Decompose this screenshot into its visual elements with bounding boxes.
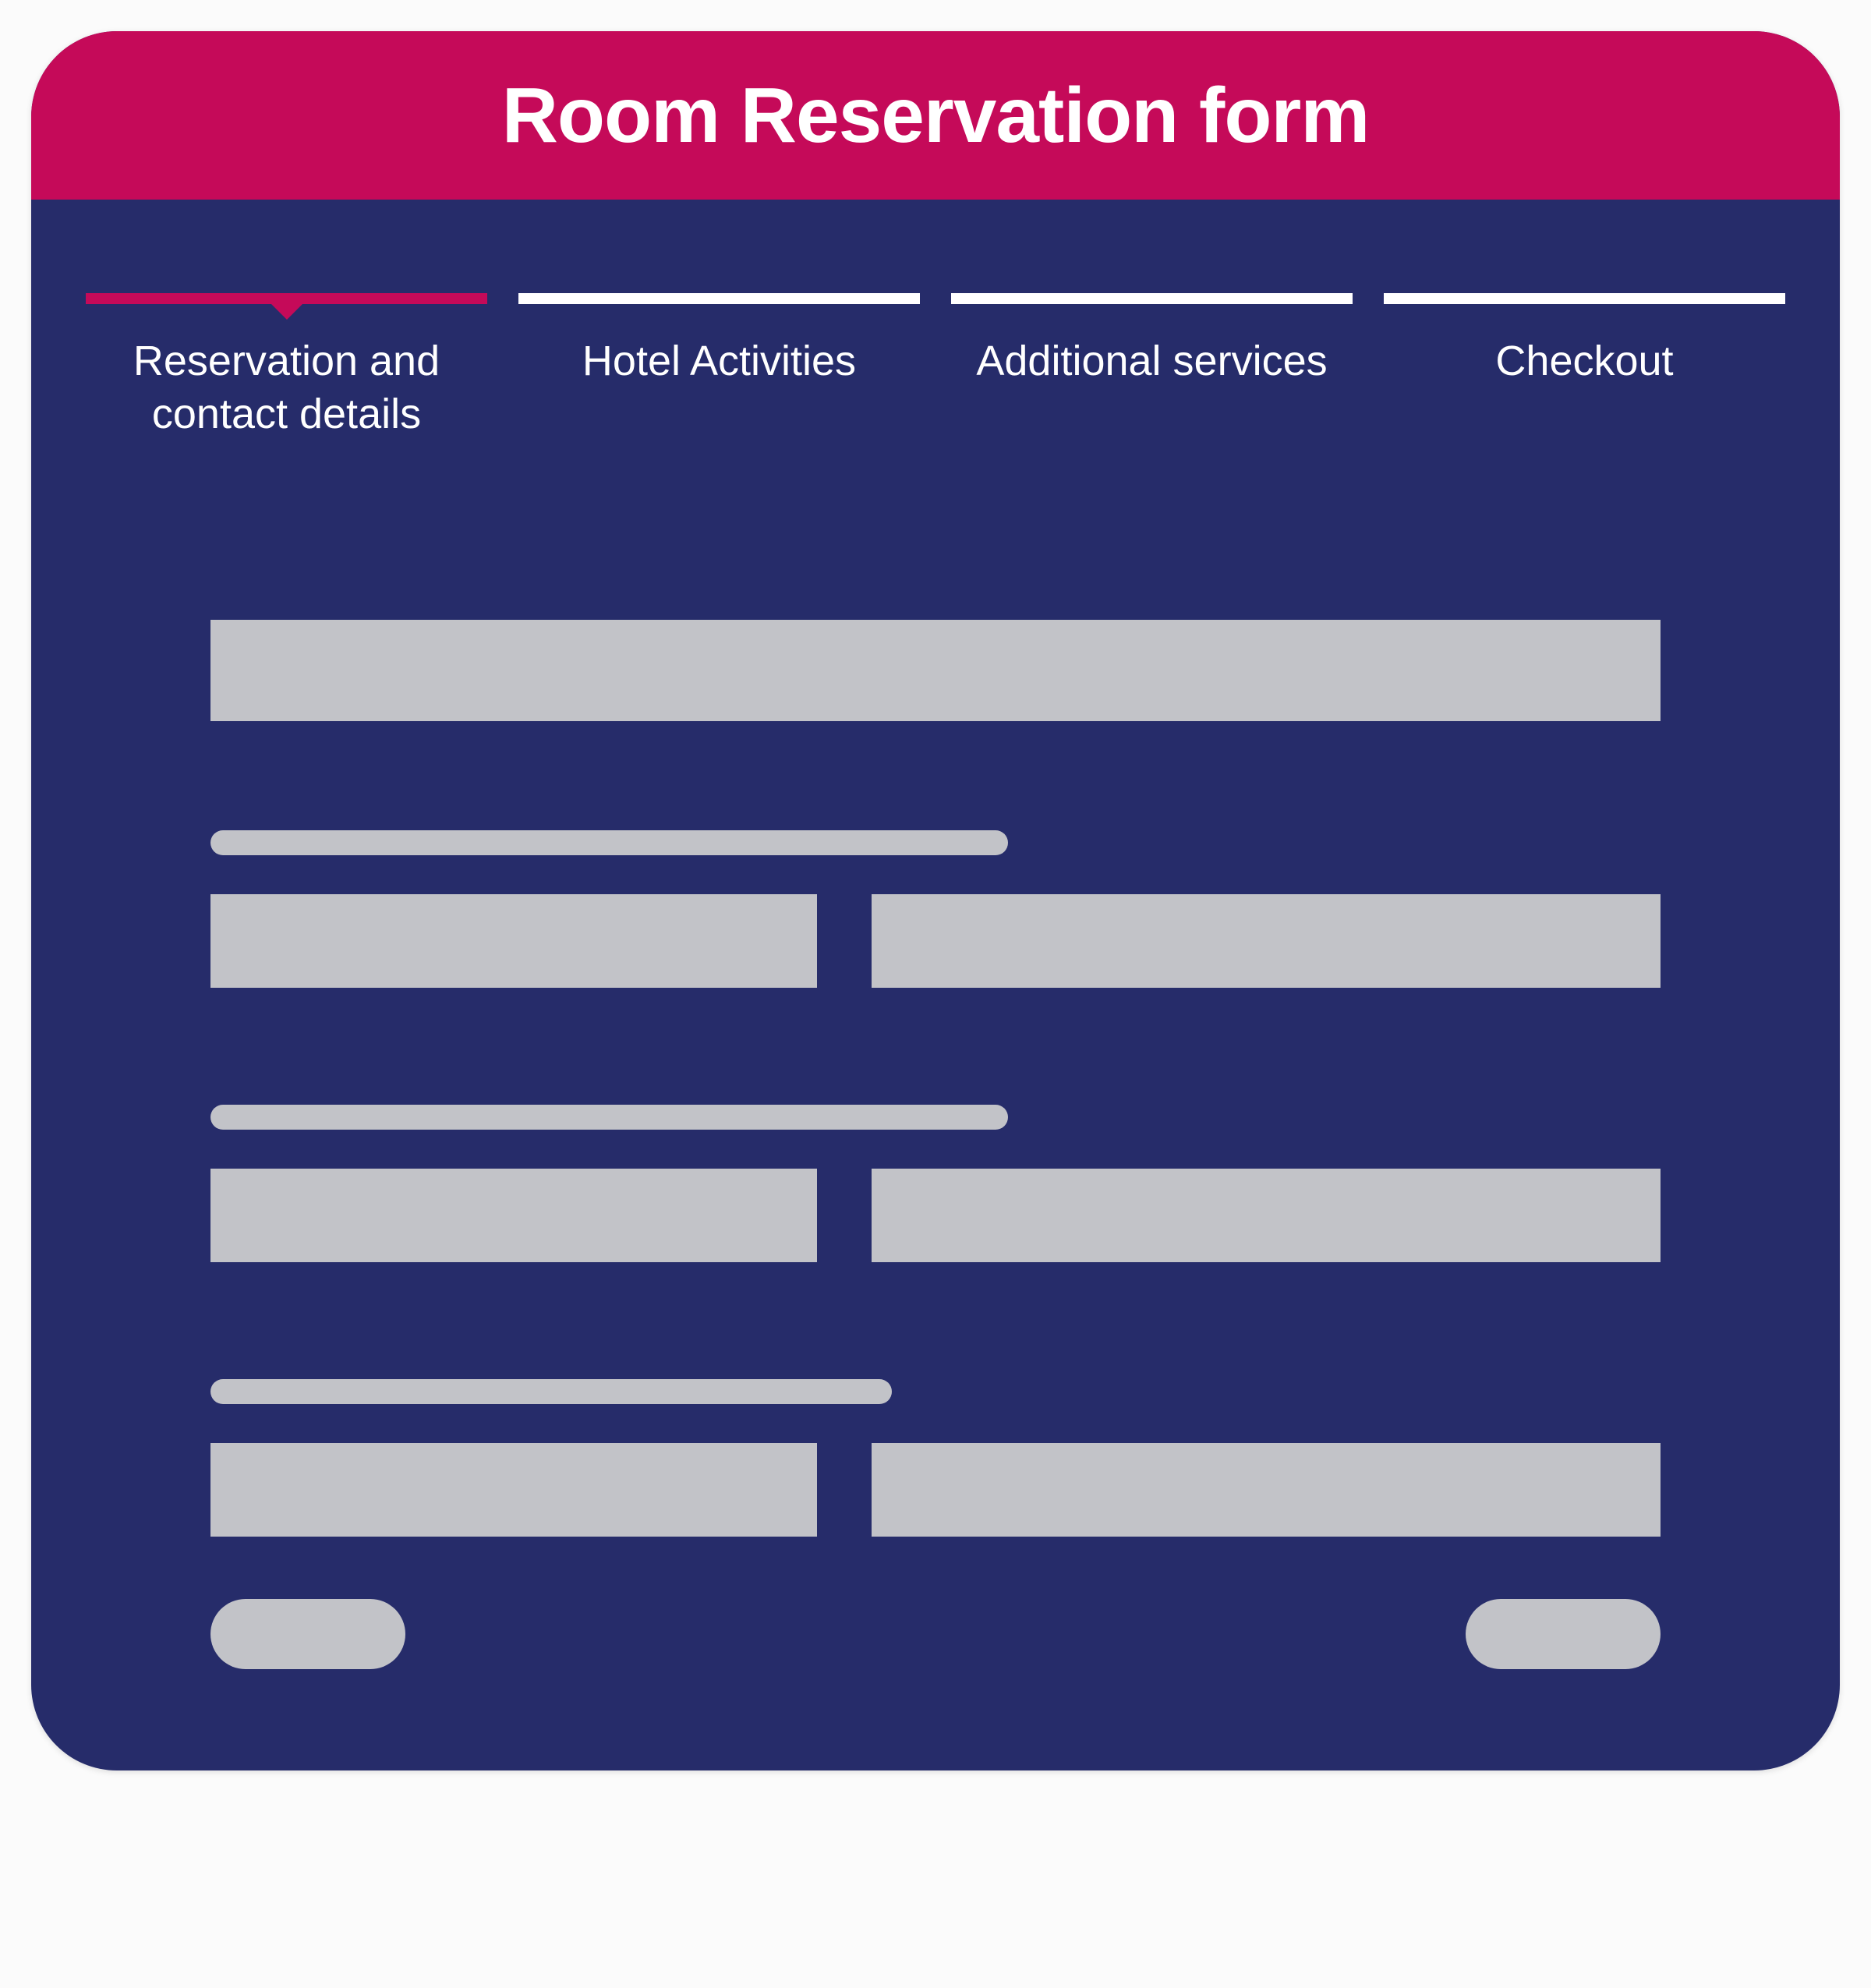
card-header: Room Reservation form — [31, 31, 1840, 200]
input-placeholder[interactable] — [872, 1169, 1661, 1262]
label-placeholder — [210, 1379, 892, 1404]
reservation-card: Room Reservation form Reservation and co… — [31, 31, 1840, 1770]
next-button-placeholder[interactable] — [1466, 1599, 1661, 1669]
step-bar — [951, 293, 1353, 304]
input-placeholder[interactable] — [210, 894, 817, 988]
form-title: Room Reservation form — [502, 71, 1370, 161]
step-hotel-activities[interactable]: Hotel Activities — [518, 293, 920, 440]
label-placeholder — [210, 1105, 1008, 1130]
step-bar — [1384, 293, 1785, 304]
step-label: Hotel Activities — [518, 335, 920, 388]
step-nav: Reservation and contact details Hotel Ac… — [31, 200, 1840, 440]
prev-button-placeholder[interactable] — [210, 1599, 405, 1669]
input-placeholder[interactable] — [210, 1443, 817, 1537]
input-placeholder[interactable] — [872, 1443, 1661, 1537]
form-body — [31, 440, 1840, 1770]
input-placeholder[interactable] — [210, 1169, 817, 1262]
step-bar — [518, 293, 920, 304]
step-checkout[interactable]: Checkout — [1384, 293, 1785, 440]
step-label: Reservation and contact details — [86, 335, 487, 440]
step-reservation-contact[interactable]: Reservation and contact details — [86, 293, 487, 440]
input-placeholder[interactable] — [210, 620, 1661, 721]
step-additional-services[interactable]: Additional services — [951, 293, 1353, 440]
step-bar — [86, 293, 487, 304]
step-label: Checkout — [1384, 335, 1785, 388]
step-label: Additional services — [951, 335, 1353, 388]
label-placeholder — [210, 830, 1008, 855]
input-placeholder[interactable] — [872, 894, 1661, 988]
